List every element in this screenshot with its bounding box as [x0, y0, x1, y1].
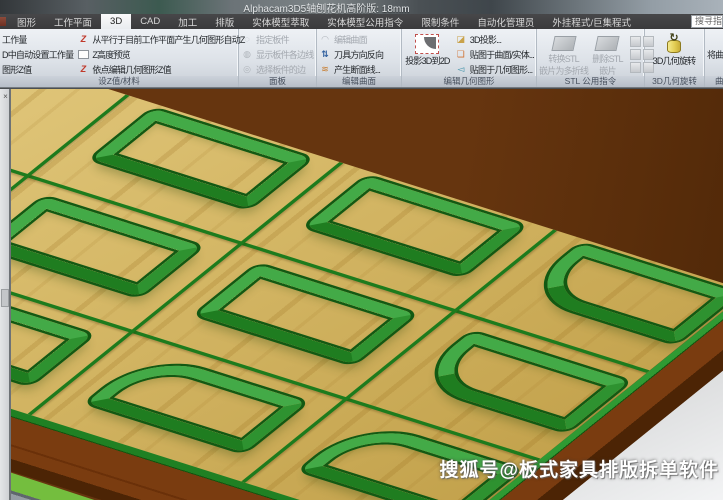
- btn-select-panel-edge[interactable]: ◎ 选择板件的边: [241, 62, 314, 77]
- edit-surface-icon: ◠: [319, 34, 331, 46]
- ribbon-group-edit-geometry: 投影3D到2D ◪ 3D投影... ❏ 贴图于曲面/实体... ◅ 贴图于几何图…: [402, 29, 537, 87]
- door-groove: [91, 108, 311, 208]
- btn-surface-cut[interactable]: 将曲面: [707, 47, 723, 62]
- tab-solid-common[interactable]: 实体模型公用指令: [318, 14, 412, 29]
- tab-workplane[interactable]: 工作平面: [45, 14, 101, 29]
- btn-show-panel-edges[interactable]: ◍ 显示板件各边线: [241, 47, 314, 62]
- app-menu-icon[interactable]: [0, 17, 6, 26]
- menu-bar: 图形 工作平面 3D CAD 加工 排版 实体模型萃取 实体模型公用指令 限制条…: [0, 14, 723, 29]
- section-lines-icon: ≋: [319, 64, 331, 76]
- door-groove: [196, 264, 416, 364]
- tab-solid-extract[interactable]: 实体模型萃取: [243, 14, 318, 29]
- projection-3d-icon: ◪: [455, 34, 467, 46]
- assign-panel-icon: ◌: [241, 34, 253, 46]
- project-3d-2d-icon: [415, 34, 439, 54]
- title-bar: Alphacam3D5轴刨花机高阶版: 18mm: [0, 0, 723, 14]
- group-label-surface: 曲面: [705, 76, 723, 87]
- ribbon-group-3d-rotate: ↻ 3D几何旋转 3D几何旋转: [645, 29, 705, 87]
- delete-stl-icon: [595, 36, 620, 51]
- select-edge-icon: ◎: [241, 64, 253, 76]
- door-groove: [0, 197, 202, 297]
- ribbon: 工作量 D中自动设置工作量 图形Z值 Z 从平行于目前工作平面产生几何图形自动Z…: [0, 29, 723, 88]
- stl-tool-icon-3[interactable]: [630, 49, 641, 60]
- tab-nesting[interactable]: 排版: [206, 14, 243, 29]
- btn-map-to-surface-solid[interactable]: ❏ 贴图于曲面/实体...: [455, 47, 534, 62]
- ribbon-group-panel: ◌ 指定板件 ◍ 显示板件各边线 ◎ 选择板件的边 面板: [239, 29, 317, 87]
- group-label-stl: STL 公用指令: [537, 76, 644, 87]
- btn-auto-work-volume-cad[interactable]: D中自动设置工作量: [2, 47, 73, 62]
- btn-3d-geometry-rotate[interactable]: ↻ 3D几何旋转: [647, 32, 701, 66]
- group-label-3d-rotate: 3D几何旋转: [645, 76, 704, 87]
- btn-3d-projection[interactable]: ◪ 3D投影...: [455, 32, 534, 47]
- btn-geometry-z-value[interactable]: 图形Z值: [2, 62, 73, 77]
- btn-edit-surface[interactable]: ◠ 编辑曲面: [319, 32, 399, 47]
- group-label-panel: 面板: [239, 76, 316, 87]
- map-geometry-icon: ◅: [455, 64, 467, 76]
- z-preview-icon: [77, 49, 89, 61]
- tab-constraints[interactable]: 限制条件: [412, 14, 468, 29]
- tab-machining[interactable]: 加工: [169, 14, 206, 29]
- btn-assign-panel[interactable]: ◌ 指定板件: [241, 32, 314, 47]
- tab-cad[interactable]: CAD: [131, 14, 169, 29]
- ribbon-group-edit-surface: ◠ 编辑曲面 ⇅ 刀具方向反向 ≋ 产生断面线... 编辑曲面: [317, 29, 402, 87]
- collapsed-side-panel[interactable]: ×: [0, 89, 11, 500]
- ribbon-group-stl: 转换STL 嵌片为多折线 删除STL 嵌片 STL 公用指令: [537, 29, 645, 87]
- stl-tool-icon-5[interactable]: [630, 62, 641, 73]
- tab-3d[interactable]: 3D: [101, 14, 131, 29]
- btn-convert-stl-facets[interactable]: 转换STL 嵌片为多折线: [539, 32, 588, 76]
- reverse-direction-icon: ⇅: [319, 49, 331, 61]
- group-label-edit-surface: 编辑曲面: [317, 76, 401, 87]
- panel-drag-handle[interactable]: [1, 289, 9, 307]
- tab-addins-macros[interactable]: 外挂程式/巨集程式: [543, 14, 640, 29]
- door-groove: [518, 243, 723, 343]
- convert-stl-icon: [551, 36, 576, 51]
- btn-auto-z-from-workplane[interactable]: Z 从平行于目前工作平面产生几何图形自动Z: [77, 32, 244, 47]
- ribbon-group-surface: 将曲面 曲面: [705, 29, 723, 87]
- btn-edit-z-by-point[interactable]: Z 依点编辑几何图形Z值: [77, 62, 244, 77]
- door-groove: [86, 352, 306, 452]
- viewport-3d[interactable]: × 搜狐号@板式家具排版拆单软件: [0, 88, 723, 500]
- rotate-3d-icon: ↻: [666, 34, 682, 54]
- btn-map-to-geometry[interactable]: ◅ 贴图于几何图形...: [455, 62, 534, 77]
- tab-graphics[interactable]: 图形: [8, 14, 45, 29]
- watermark-text: 搜狐号@板式家具排版拆单软件: [439, 455, 719, 482]
- group-label-edit-geometry: 编辑几何图形: [402, 76, 536, 87]
- btn-reverse-tool-direction[interactable]: ⇅ 刀具方向反向: [319, 47, 399, 62]
- btn-work-volume[interactable]: 工作量: [2, 32, 73, 47]
- btn-project-3d-to-2d[interactable]: 投影3D到2D: [404, 32, 451, 77]
- edit-z-icon: Z: [77, 64, 89, 76]
- group-label-z-material: 设Z值/材料: [0, 76, 238, 87]
- btn-z-height-preview[interactable]: Z高度预览: [77, 47, 244, 62]
- door-groove: [0, 285, 93, 385]
- btn-create-section-lines[interactable]: ≋ 产生断面线...: [319, 62, 399, 77]
- ribbon-group-z-material: 工作量 D中自动设置工作量 图形Z值 Z 从平行于目前工作平面产生几何图形自动Z…: [0, 29, 239, 87]
- map-surface-icon: ❏: [455, 49, 467, 61]
- command-search-input[interactable]: 搜寻指令: [691, 15, 723, 28]
- auto-z-icon: Z: [77, 34, 89, 46]
- close-icon[interactable]: ×: [1, 92, 10, 102]
- stl-tool-icon-1[interactable]: [630, 36, 641, 47]
- show-edges-icon: ◍: [241, 49, 253, 61]
- door-groove: [305, 176, 525, 276]
- btn-delete-stl-facets[interactable]: 删除STL 嵌片: [592, 32, 623, 76]
- tab-automation-manager[interactable]: 自动化管理员: [468, 14, 543, 29]
- window-title: Alphacam3D5轴刨花机高阶版: 18mm: [243, 0, 409, 15]
